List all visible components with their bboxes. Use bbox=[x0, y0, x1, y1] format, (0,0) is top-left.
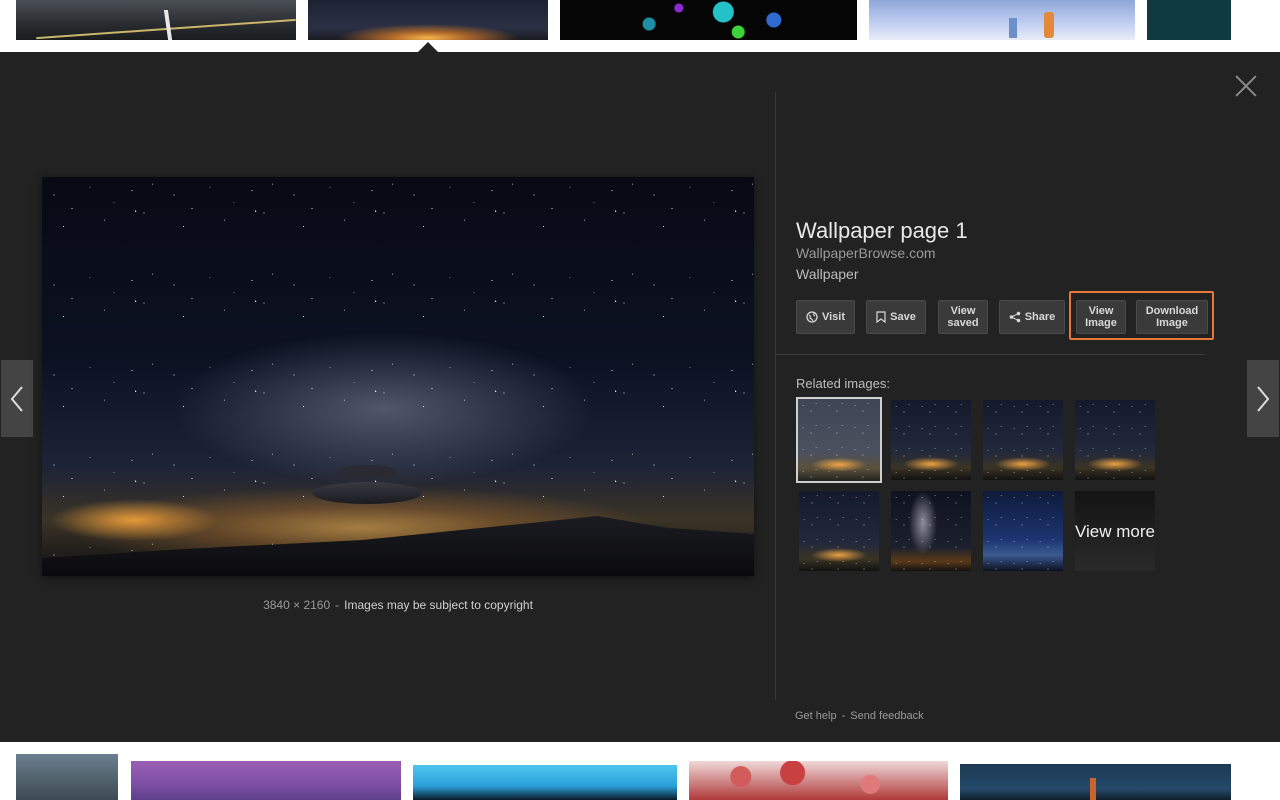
selection-caret bbox=[418, 42, 438, 52]
get-help-link[interactable]: Get help bbox=[795, 710, 837, 722]
related-images-label: Related images: bbox=[796, 376, 890, 391]
horizontal-divider bbox=[776, 354, 1205, 355]
image-caption: 3840 × 2160- Images may be subject to cop… bbox=[42, 598, 754, 612]
thumbnail-forest[interactable] bbox=[16, 754, 118, 800]
thumbnail-blossoms[interactable] bbox=[689, 761, 948, 800]
image-source-link[interactable]: WallpaperBrowse.com bbox=[796, 245, 936, 261]
thumbnail-paint-splash[interactable] bbox=[560, 0, 857, 40]
main-preview-image[interactable] bbox=[42, 177, 754, 576]
view-more-label: View more bbox=[1075, 521, 1155, 541]
share-button[interactable]: Share bbox=[999, 300, 1065, 334]
view-more-button[interactable]: View more bbox=[1075, 491, 1155, 571]
previous-image-button[interactable] bbox=[1, 360, 33, 437]
image-category: Wallpaper bbox=[796, 266, 859, 282]
related-image[interactable] bbox=[983, 491, 1063, 571]
related-image[interactable] bbox=[1075, 400, 1155, 480]
thumbnail-sky[interactable] bbox=[869, 0, 1135, 40]
related-image[interactable] bbox=[796, 397, 882, 483]
related-image[interactable] bbox=[799, 491, 879, 571]
close-icon[interactable] bbox=[1234, 74, 1258, 98]
bridge-tower bbox=[1090, 778, 1096, 800]
image-dimensions: 3840 × 2160 bbox=[263, 598, 331, 612]
visit-label: Visit bbox=[821, 311, 846, 323]
footer-links: Get help - Send feedback bbox=[795, 710, 924, 722]
share-icon bbox=[1009, 311, 1021, 323]
related-image[interactable] bbox=[983, 400, 1063, 480]
globe-icon bbox=[806, 311, 818, 323]
stars bbox=[42, 177, 754, 576]
copyright-link[interactable]: Images may be subject to copyright bbox=[344, 598, 533, 612]
view-saved-button[interactable]: View saved bbox=[938, 300, 988, 334]
cloud bbox=[312, 482, 422, 504]
thumbnail-selected[interactable] bbox=[308, 0, 548, 40]
thumbnail-teal[interactable] bbox=[1147, 0, 1231, 40]
share-label: Share bbox=[1024, 311, 1056, 323]
figure bbox=[1044, 12, 1054, 38]
highlight-outline bbox=[1069, 291, 1214, 340]
save-button[interactable]: Save bbox=[866, 300, 926, 334]
cloud bbox=[337, 465, 397, 479]
image-title: Wallpaper page 1 bbox=[796, 218, 968, 243]
send-feedback-link[interactable]: Send feedback bbox=[850, 710, 923, 722]
thumbnail-bridge[interactable] bbox=[960, 764, 1231, 800]
separator: - bbox=[841, 710, 846, 722]
view-saved-label: View saved bbox=[947, 305, 979, 329]
related-image[interactable] bbox=[891, 400, 971, 480]
figure bbox=[1009, 18, 1017, 38]
bookmark-icon bbox=[876, 311, 886, 323]
related-image[interactable] bbox=[891, 491, 971, 571]
vertical-divider bbox=[775, 92, 776, 700]
save-label: Save bbox=[890, 311, 916, 323]
image-preview-panel: 3840 × 2160- Images may be subject to cop… bbox=[0, 52, 1280, 742]
chevron-right-icon bbox=[1257, 385, 1270, 412]
next-image-button[interactable] bbox=[1247, 360, 1279, 437]
thumbnail-blue-sky[interactable] bbox=[413, 765, 677, 800]
visit-button[interactable]: Visit bbox=[796, 300, 855, 334]
road-center-line bbox=[163, 10, 173, 40]
thumbnail-purple[interactable] bbox=[131, 761, 401, 800]
thumbnail-road[interactable] bbox=[16, 0, 296, 40]
separator: - bbox=[335, 598, 340, 612]
chevron-left-icon bbox=[10, 385, 23, 412]
